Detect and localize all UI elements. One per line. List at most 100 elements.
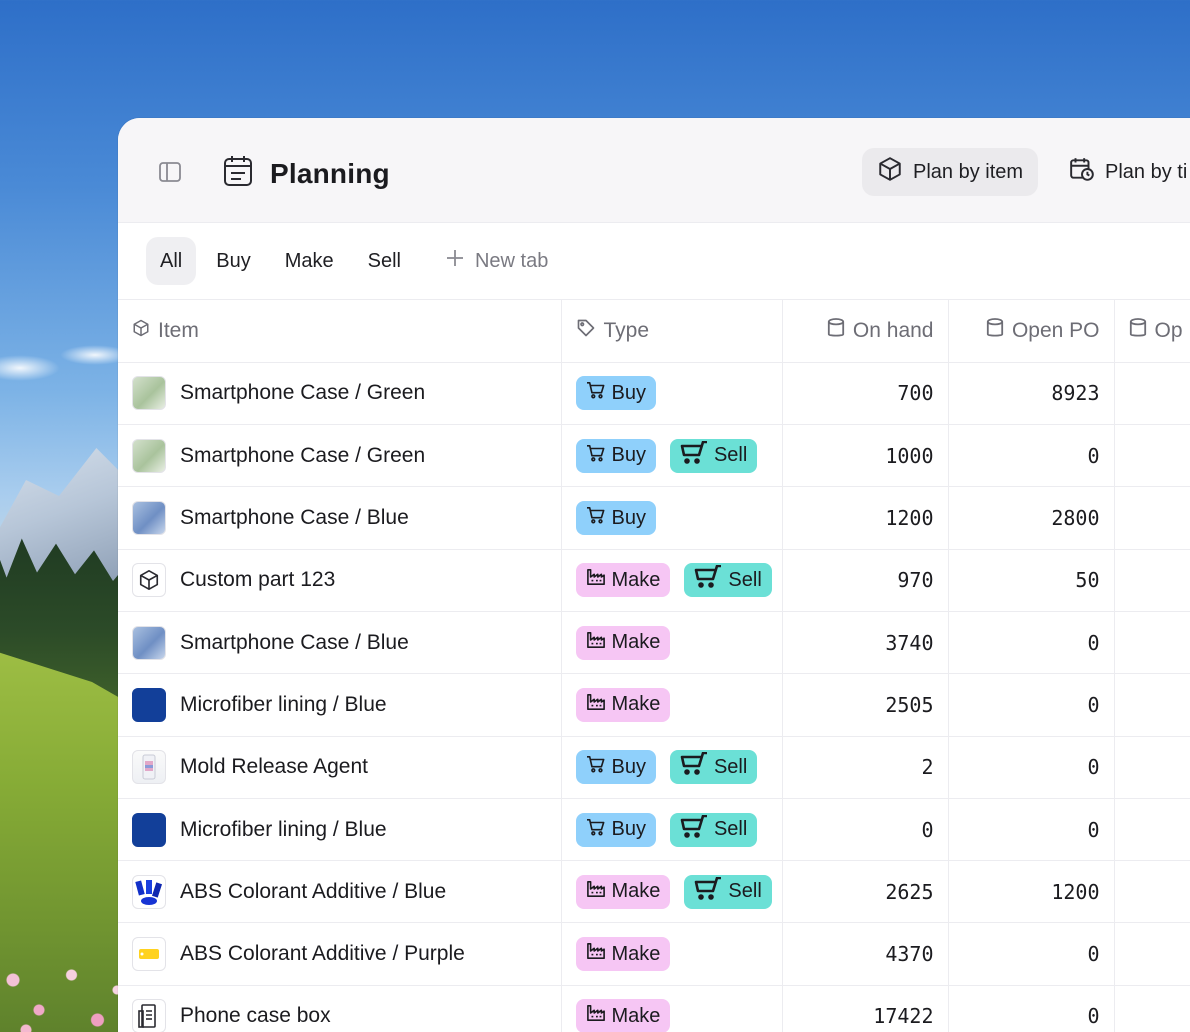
item-cell[interactable]: ABS Colorant Additive / Purple — [118, 922, 562, 986]
type-cell[interactable]: Make — [561, 985, 783, 1032]
open-po-cell[interactable]: 0 — [948, 736, 1115, 799]
table-row[interactable]: Mold Release Agent Buy Sell 2 0 — [118, 736, 1190, 799]
open-po-cell[interactable]: 0 — [948, 798, 1115, 862]
open-po-cell[interactable]: 50 — [948, 549, 1115, 612]
table-row[interactable]: Smartphone Case / Blue Buy 1200 2800 — [118, 486, 1190, 550]
table-row[interactable]: ABS Colorant Additive / Blue Make Sell 2625… — [118, 860, 1190, 924]
cart-icon — [586, 818, 606, 842]
badge-label: Buy — [611, 381, 646, 404]
table-row[interactable]: Smartphone Case / Blue Make 3740 0 — [118, 611, 1190, 675]
type-badge-sell: Sell — [669, 750, 758, 785]
type-cell[interactable]: Buy — [561, 362, 783, 426]
open-so-cell[interactable] — [1114, 549, 1190, 612]
shopping-cart-icon — [680, 751, 708, 782]
open-po-cell[interactable]: 2800 — [948, 486, 1115, 550]
tab-buy[interactable]: Buy — [202, 237, 264, 285]
type-cell[interactable]: Make Sell — [561, 860, 783, 924]
column-header-open-so[interactable]: Op — [1114, 300, 1190, 363]
on-hand-cell[interactable]: 2 — [782, 736, 949, 799]
table-row[interactable]: ABS Colorant Additive / Purple Make 4370 0 — [118, 922, 1190, 986]
open-so-cell[interactable] — [1114, 486, 1190, 550]
item-cell[interactable]: Phone case box — [118, 985, 562, 1032]
open-so-cell[interactable] — [1114, 424, 1190, 488]
open-po-cell[interactable]: 1200 — [948, 860, 1115, 924]
open-so-cell[interactable] — [1114, 736, 1190, 799]
cart-icon — [586, 755, 606, 779]
open-so-cell[interactable] — [1114, 611, 1190, 675]
plan-by-item-button[interactable]: Plan by item — [862, 148, 1039, 196]
table-row[interactable]: Phone case box Make 17422 0 — [118, 985, 1190, 1032]
open-po-cell[interactable]: 0 — [948, 673, 1115, 737]
type-cell[interactable]: Buy Sell — [561, 798, 783, 862]
on-hand-cell[interactable]: 17422 — [782, 985, 949, 1032]
item-cell[interactable]: Mold Release Agent — [118, 736, 562, 799]
item-cell[interactable]: Smartphone Case / Blue — [118, 486, 562, 550]
open-po-cell[interactable]: 0 — [948, 424, 1115, 488]
on-hand-cell[interactable]: 0 — [782, 798, 949, 862]
column-header-item[interactable]: Item — [118, 300, 562, 363]
column-header-type[interactable]: Type — [561, 300, 783, 363]
calendar-clock-icon — [1069, 156, 1095, 188]
on-hand-cell[interactable]: 970 — [782, 549, 949, 612]
tab-sell[interactable]: Sell — [354, 237, 415, 285]
table-header-row: Item Type On hand Open PO Op — [118, 300, 1190, 363]
on-hand-cell[interactable]: 1000 — [782, 424, 949, 488]
open-so-cell[interactable] — [1114, 922, 1190, 986]
item-cell[interactable]: Smartphone Case / Blue — [118, 611, 562, 675]
on-hand-cell[interactable]: 2505 — [782, 673, 949, 737]
item-name: Smartphone Case / Blue — [180, 506, 409, 530]
app-window: Planning Plan by item Plan by ti All Buy — [118, 118, 1190, 1032]
cube-icon — [132, 319, 150, 343]
open-po-cell[interactable]: 8923 — [948, 362, 1115, 426]
table-row[interactable]: Microfiber lining / Blue Make 2505 0 — [118, 673, 1190, 737]
open-po-cell[interactable]: 0 — [948, 611, 1115, 675]
type-cell[interactable]: Make — [561, 611, 783, 675]
title-group: Planning — [222, 154, 390, 193]
open-po-cell[interactable]: 0 — [948, 922, 1115, 986]
type-cell[interactable]: Buy Sell — [561, 424, 783, 488]
type-cell[interactable]: Buy — [561, 486, 783, 550]
open-so-cell[interactable] — [1114, 798, 1190, 862]
type-cell[interactable]: Buy Sell — [561, 736, 783, 799]
column-header-open-po[interactable]: Open PO — [948, 300, 1115, 363]
on-hand-cell[interactable]: 700 — [782, 362, 949, 426]
item-thumbnail — [132, 750, 166, 785]
on-hand-cell[interactable]: 1200 — [782, 486, 949, 550]
shopping-cart-icon — [694, 565, 722, 595]
column-header-on-hand[interactable]: On hand — [782, 300, 949, 363]
on-hand-cell[interactable]: 3740 — [782, 611, 949, 675]
table-row[interactable]: Microfiber lining / Blue Buy Sell 0 0 — [118, 798, 1190, 862]
open-po-cell[interactable]: 0 — [948, 985, 1115, 1032]
item-cell[interactable]: Custom part 123 — [118, 549, 562, 612]
table-row[interactable]: Smartphone Case / Green Buy 700 8923 — [118, 362, 1190, 426]
item-cell[interactable]: Smartphone Case / Green — [118, 362, 562, 426]
open-so-cell[interactable] — [1114, 985, 1190, 1032]
item-cell[interactable]: ABS Colorant Additive / Blue — [118, 860, 562, 924]
open-so-cell[interactable] — [1114, 673, 1190, 737]
column-label: Open PO — [1011, 318, 1100, 342]
type-cell[interactable]: Make — [561, 673, 783, 737]
tab-all[interactable]: All — [146, 237, 197, 285]
table-row[interactable]: Smartphone Case / Green Buy Sell 1000 0 — [118, 424, 1190, 488]
plan-by-time-button[interactable]: Plan by ti — [1054, 148, 1190, 196]
on-hand-cell[interactable]: 2625 — [782, 860, 949, 924]
item-cell[interactable]: Smartphone Case / Green — [118, 424, 562, 488]
cart-icon — [586, 506, 606, 530]
type-cell[interactable]: Make Sell — [561, 549, 783, 612]
badge-label: Make — [611, 880, 661, 903]
table-row[interactable]: Custom part 123 Make Sell 970 50 — [118, 549, 1190, 612]
open-so-cell[interactable] — [1114, 860, 1190, 924]
open-so-cell[interactable] — [1114, 362, 1190, 426]
item-thumbnail — [132, 937, 166, 972]
item-cell[interactable]: Microfiber lining / Blue — [118, 673, 562, 737]
on-hand-cell[interactable]: 4370 — [782, 922, 949, 986]
type-badge-make: Make — [575, 874, 671, 909]
item-thumbnail — [132, 438, 166, 473]
type-cell[interactable]: Make — [561, 922, 783, 986]
item-cell[interactable]: Microfiber lining / Blue — [118, 798, 562, 862]
new-tab-button[interactable]: New tab — [431, 237, 562, 285]
tab-make[interactable]: Make — [271, 237, 348, 285]
type-badge-sell: Sell — [684, 874, 772, 909]
cart-icon — [586, 444, 606, 468]
sidebar-toggle-icon[interactable] — [158, 160, 182, 184]
